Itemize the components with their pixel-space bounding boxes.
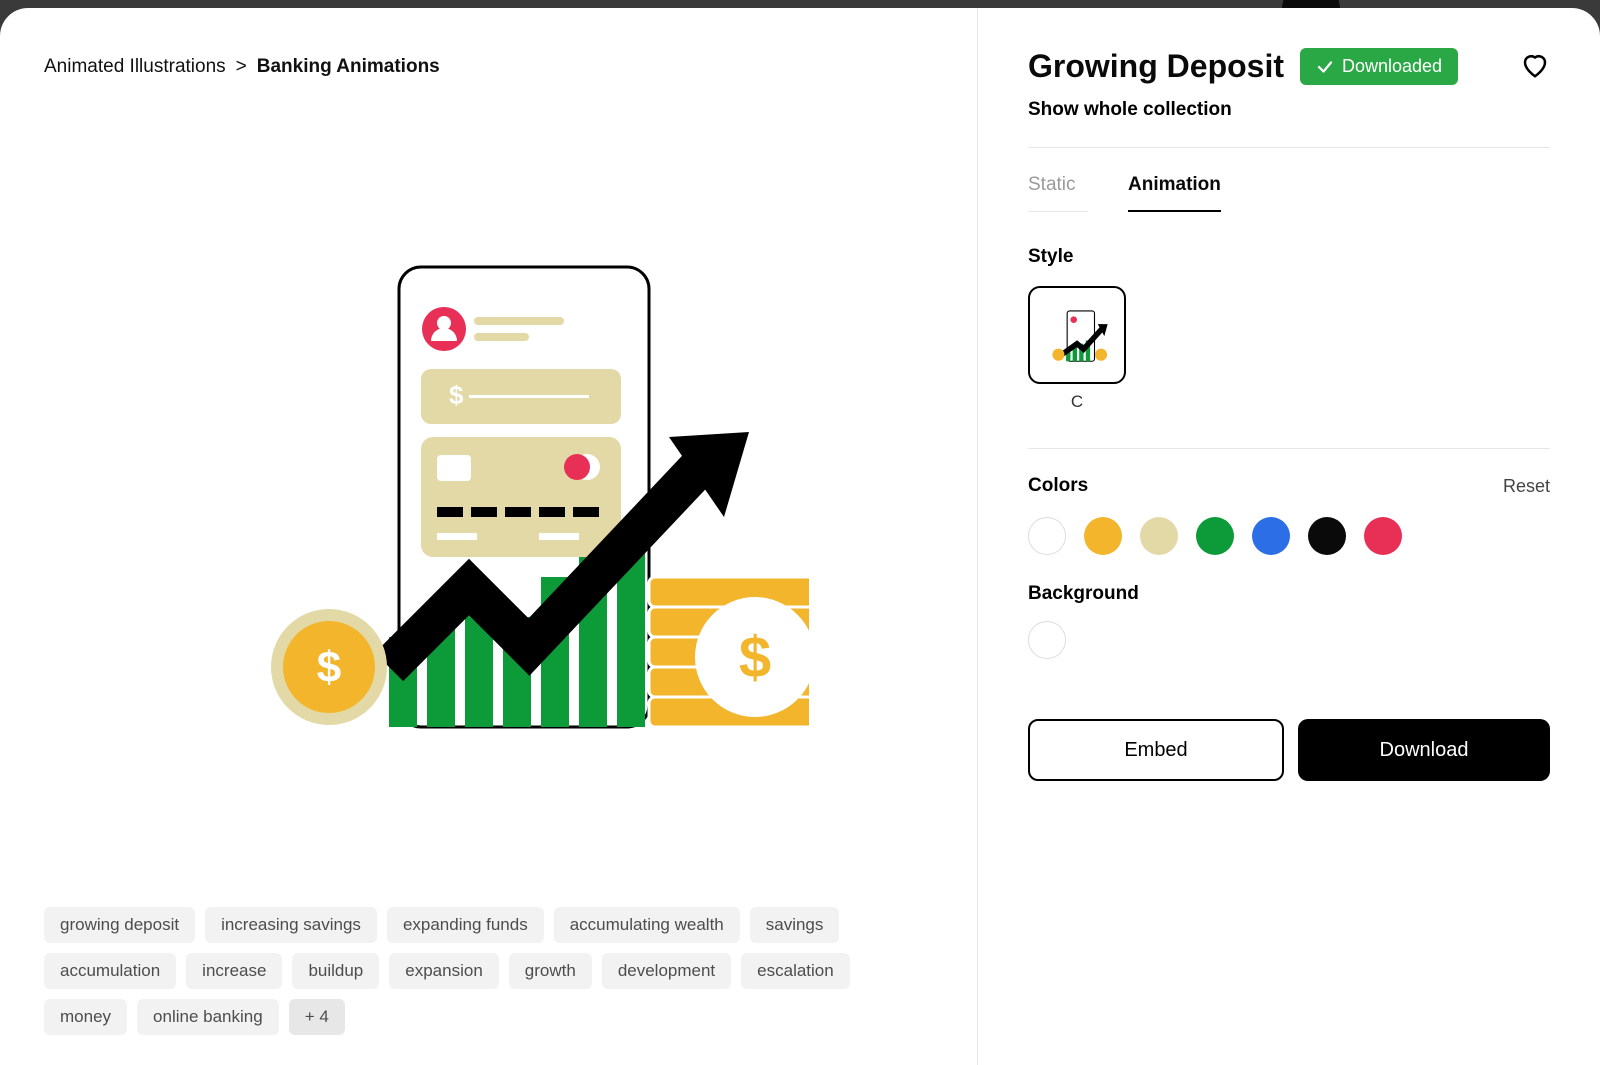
color-swatch[interactable] [1252, 517, 1290, 555]
asset-title: Growing Deposit [1028, 48, 1284, 85]
svg-text:$: $ [449, 380, 464, 410]
preview-canvas: $ [44, 78, 933, 895]
style-options: C [1028, 286, 1550, 412]
style-label: Style [1028, 246, 1550, 268]
colors-label: Colors [1028, 475, 1088, 497]
tag[interactable]: expansion [389, 953, 499, 989]
illustration-growing-deposit: $ [169, 237, 809, 737]
color-swatch[interactable] [1196, 517, 1234, 555]
downloaded-badge: Downloaded [1300, 48, 1458, 85]
tag-list: growing deposit increasing savings expan… [44, 895, 933, 1035]
tag[interactable]: development [602, 953, 731, 989]
divider [1028, 147, 1550, 148]
tag[interactable]: online banking [137, 999, 279, 1035]
color-swatch[interactable] [1084, 517, 1122, 555]
breadcrumb-root[interactable]: Animated Illustrations [44, 56, 226, 78]
breadcrumb: Animated Illustrations > Banking Animati… [44, 56, 933, 78]
color-swatch[interactable] [1364, 517, 1402, 555]
tag[interactable]: savings [750, 907, 840, 943]
check-icon [1316, 58, 1334, 76]
action-buttons: Embed Download [1028, 719, 1550, 781]
tab-static[interactable]: Static [1028, 174, 1088, 212]
tag[interactable]: accumulating wealth [554, 907, 740, 943]
tag[interactable]: growth [509, 953, 592, 989]
tag[interactable]: expanding funds [387, 907, 544, 943]
right-panel: Growing Deposit Downloaded Show whole co… [978, 8, 1600, 1065]
style-option-label: C [1071, 392, 1083, 412]
tab-animation[interactable]: Animation [1128, 174, 1221, 212]
tag[interactable]: buildup [292, 953, 379, 989]
style-thumb-icon [1042, 300, 1112, 370]
color-swatch[interactable] [1140, 517, 1178, 555]
tag[interactable]: growing deposit [44, 907, 195, 943]
download-button[interactable]: Download [1298, 719, 1550, 781]
style-thumb[interactable] [1028, 286, 1126, 384]
heart-icon [1520, 50, 1550, 80]
chevron-right-icon: > [236, 56, 247, 78]
downloaded-badge-label: Downloaded [1342, 56, 1442, 77]
reset-button[interactable]: Reset [1503, 476, 1550, 497]
breadcrumb-current: Banking Animations [257, 56, 440, 78]
svg-text:$: $ [316, 643, 340, 692]
colors-header: Colors Reset [1028, 448, 1550, 497]
tag[interactable]: money [44, 999, 127, 1035]
color-swatch[interactable] [1308, 517, 1346, 555]
color-swatches [1028, 517, 1550, 555]
tag-more[interactable]: + 4 [289, 999, 345, 1035]
asset-modal: Animated Illustrations > Banking Animati… [0, 8, 1600, 1065]
tag[interactable]: escalation [741, 953, 850, 989]
background-label: Background [1028, 583, 1550, 605]
tag[interactable]: accumulation [44, 953, 176, 989]
tag[interactable]: increase [186, 953, 282, 989]
tag[interactable]: increasing savings [205, 907, 377, 943]
bg-swatch[interactable] [1028, 621, 1066, 659]
favorite-button[interactable] [1520, 50, 1550, 85]
svg-text:$: $ [738, 625, 770, 690]
embed-button[interactable]: Embed [1028, 719, 1284, 781]
format-tabs: Static Animation [1028, 174, 1550, 212]
background-swatches [1028, 621, 1550, 659]
title-row: Growing Deposit Downloaded [1028, 48, 1550, 85]
color-swatch[interactable] [1028, 517, 1066, 555]
show-collection-link[interactable]: Show whole collection [1028, 99, 1550, 121]
style-option-c: C [1028, 286, 1126, 412]
left-panel: Animated Illustrations > Banking Animati… [0, 8, 978, 1065]
